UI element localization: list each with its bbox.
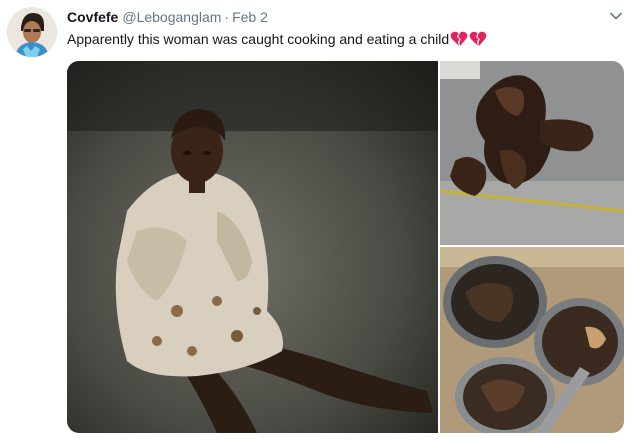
separator-dot: · — [224, 9, 230, 25]
photo-charred-meat-tray[interactable] — [440, 61, 624, 245]
broken-heart-icon — [469, 31, 487, 46]
tweet-text: Apparently this woman was caught cooking… — [67, 30, 620, 48]
display-name[interactable]: Covfefe — [67, 9, 118, 25]
user-handle[interactable]: @Leboganglam — [122, 9, 221, 25]
tweet-date[interactable]: Feb 2 — [232, 9, 268, 25]
chevron-down-icon[interactable] — [608, 8, 624, 24]
avatar[interactable] — [7, 7, 57, 57]
tweet-body: Apparently this woman was caught cooking… — [67, 31, 450, 47]
photo-woman-seated[interactable] — [67, 61, 438, 433]
media-grid — [67, 61, 624, 433]
avatar-image — [7, 7, 57, 57]
tweet-card[interactable]: Covfefe @Leboganglam · Feb 2 Apparently thi… — [0, 0, 640, 442]
photo-cooking-pots[interactable] — [440, 247, 624, 433]
broken-heart-icon — [450, 31, 468, 46]
tweet-header: Covfefe @Leboganglam · Feb 2 — [67, 8, 600, 26]
